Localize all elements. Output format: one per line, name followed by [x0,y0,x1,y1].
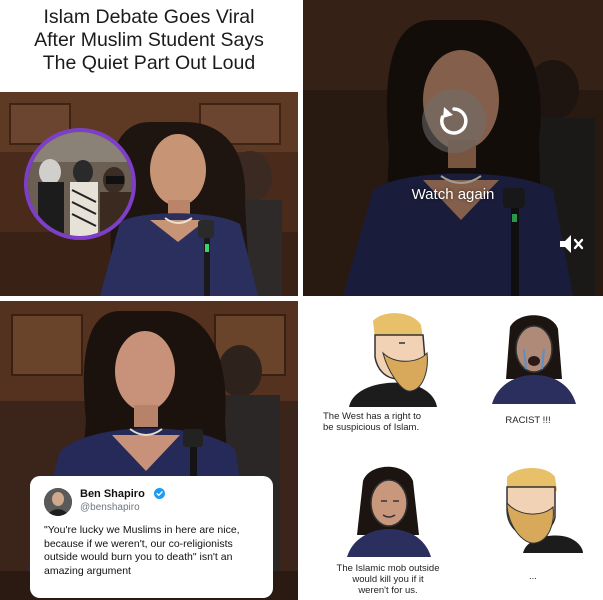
meme-caption-1: The West has a right to be suspicious of… [323,411,422,433]
verified-badge-icon [154,488,165,499]
crying-woman-illustration [492,315,576,404]
avatar[interactable] [44,488,72,516]
meme-caption-2: RACIST !!! [505,415,551,426]
meme-caption-4: ... [529,571,537,582]
protest-inset-photo [24,128,136,240]
tweet-author-handle[interactable]: @benshapiro [80,502,140,513]
bearded-man-illustration [349,313,437,407]
tweet-card[interactable]: Ben Shapiro @benshapiro "You're lucky we… [30,476,273,598]
mute-toggle-button[interactable] [557,232,585,256]
tweet-body: "You're lucky we Muslims in here are nic… [44,524,240,577]
meme-panel: The West has a right to be suspicious of… [303,301,603,600]
bearded-man-profile-illustration [506,468,583,553]
headline-text: Islam Debate Goes Viral After Muslim Stu… [34,6,264,74]
tweet-author-name[interactable]: Ben Shapiro [80,488,145,500]
replay-icon [440,107,468,135]
tweet-panel: Ben Shapiro @benshapiro "You're lucky we… [0,301,298,600]
replay-button[interactable] [422,89,486,153]
smug-woman-illustration [347,466,431,557]
watch-again-label[interactable]: Watch again [303,186,603,203]
video-panel: Watch again [303,0,603,296]
muted-speaker-icon [560,235,584,253]
headline-panel: Islam Debate Goes Viral After Muslim Stu… [0,0,298,296]
meme-caption-3: The Islamic mob outside would kill you i… [336,563,440,596]
